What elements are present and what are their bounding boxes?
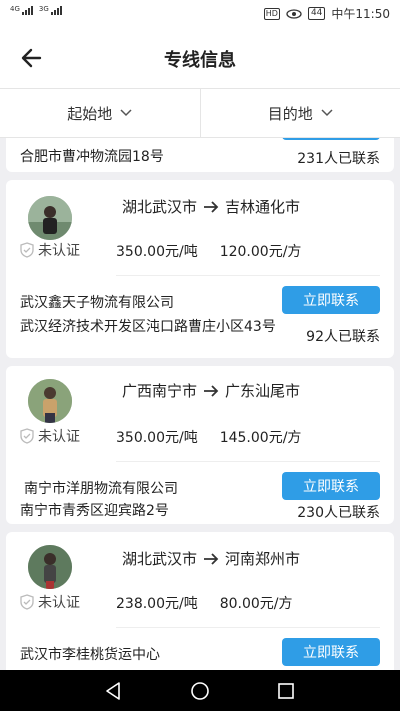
arrow-right-icon [204,384,219,397]
certification-label: 未认证 [38,595,80,611]
battery-icon: 44 [307,7,326,20]
address: 合肥市曹冲物流园18号 [20,149,164,165]
nav-recents-icon[interactable] [277,682,295,700]
company-name: 武汉鑫天子物流有限公司 [20,295,174,311]
origin-filter[interactable]: 起始地 [0,89,200,137]
arrow-right-icon [204,552,219,565]
origin-filter-label: 起始地 [67,104,113,123]
filter-bar: 起始地 目的地 [0,88,400,138]
system-nav-bar [0,670,400,711]
contact-count: 230人已联系 [297,505,380,521]
avatar [28,196,72,240]
contact-count: 92人已联系 [306,329,380,345]
route-card[interactable]: 湖北武汉市 吉林通化市 未认证 350.00元/吨 120.00元/方 武汉鑫天… [6,180,394,358]
route-from: 湖北武汉市 [122,198,198,216]
chevron-down-icon [120,109,132,117]
network-type-label-2: 3G [38,5,49,13]
price-per-ton: 350.00元/吨 [116,430,198,446]
chevron-down-icon [321,109,333,117]
signal-icon-2: 3G [39,6,62,15]
contact-button-partial[interactable] [282,138,380,140]
price-per-cube: 80.00元/方 [219,596,293,612]
price-per-cube: 120.00元/方 [219,244,302,260]
nav-back-icon[interactable] [104,681,122,701]
status-bar: 4G 3G HD 44 中午11:50 [0,0,400,28]
network-type-label: 4G [10,5,20,13]
shield-icon [20,242,34,258]
destination-filter[interactable]: 目的地 [199,89,400,137]
route-from: 湖北武汉市 [122,550,198,568]
route-card[interactable]: 广西南宁市 广东汕尾市 未认证 350.00元/吨 145.00元/方 南宁市洋… [6,366,394,524]
address: 武汉经济技术开发区沌口路曹庄小区43号 [20,319,276,335]
route: 湖北武汉市 吉林通化市 [122,196,300,217]
route: 广西南宁市 广东汕尾市 [122,380,300,401]
certification-status: 未认证 [20,426,80,446]
divider [116,627,380,628]
price-per-cube: 145.00元/方 [219,430,302,446]
route: 湖北武汉市 河南郑州市 [122,548,300,569]
route-card-partial[interactable]: 合肥市曹冲物流园18号 231人已联系 [6,138,394,172]
contact-button[interactable]: 立即联系 [282,638,380,666]
page-title: 专线信息 [164,50,236,71]
contact-button[interactable]: 立即联系 [282,472,380,500]
shield-icon [20,428,34,444]
route-list: 合肥市曹冲物流园18号 231人已联系 湖北武汉市 吉林通化市 未认证 350.… [0,138,400,670]
route-to: 广东汕尾市 [225,382,301,400]
hd-badge: HD [263,7,280,20]
nav-home-icon[interactable] [190,681,210,701]
price-row: 350.00元/吨 145.00元/方 [116,427,301,447]
contact-button[interactable]: 立即联系 [282,286,380,314]
price-row: 350.00元/吨 120.00元/方 [116,241,301,261]
price-per-ton: 238.00元/吨 [116,596,198,612]
divider [116,275,380,276]
divider [116,461,380,462]
address: 南宁市青秀区迎宾路2号 [20,503,169,519]
avatar [28,545,72,589]
company-name: 南宁市洋朋物流有限公司 [24,481,178,497]
price-per-ton: 350.00元/吨 [116,244,198,260]
route-card[interactable]: 湖北武汉市 河南郑州市 未认证 238.00元/吨 80.00元/方 武汉市李桂… [6,532,394,670]
destination-filter-label: 目的地 [267,104,313,123]
route-to: 吉林通化市 [225,198,301,216]
company-name: 武汉市李桂桃货运中心 [20,647,160,663]
price-row: 238.00元/吨 80.00元/方 [116,593,293,613]
arrow-right-icon [204,200,219,213]
route-from: 广西南宁市 [122,382,198,400]
certification-label: 未认证 [38,429,80,445]
certification-status: 未认证 [20,592,80,612]
certification-label: 未认证 [38,243,80,259]
eye-icon [286,8,302,19]
shield-icon [20,594,34,610]
route-to: 河南郑州市 [225,550,301,568]
certification-status: 未认证 [20,240,80,260]
signal-icon: 4G [10,6,33,15]
contact-count: 231人已联系 [297,151,380,167]
app-header: 专线信息 [0,28,400,88]
clock: 中午11:50 [331,7,390,21]
avatar [28,379,72,423]
